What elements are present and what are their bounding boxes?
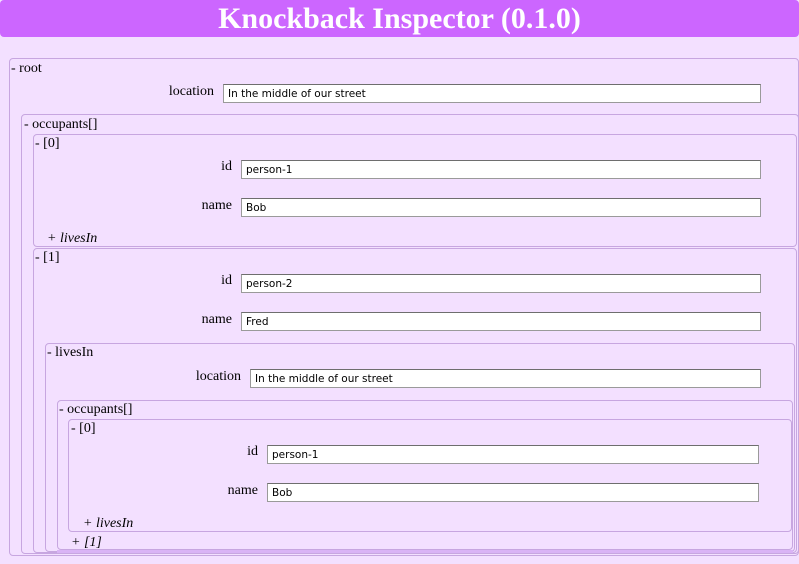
occupant-1-toggle[interactable]: - [1] [35,250,60,266]
occupants-toggle[interactable]: - occupants[] [24,117,97,133]
occupant-0-id-field[interactable] [241,160,761,179]
nested-occupant-0-lives-in-toggle[interactable]: + livesIn [83,516,133,532]
inspector-title: Knockback Inspector (0.1.0) [0,0,799,37]
occupant-1-name-field[interactable] [241,312,761,331]
nested-occupant-0-name-field[interactable] [267,483,759,502]
root-location-label: location [168,84,214,99]
occupant-0-lives-in-toggle[interactable]: + livesIn [47,231,97,247]
nested-occupant-0-toggle[interactable]: - [0] [71,421,96,437]
nested-occupants-toggle[interactable]: - occupants[] [59,402,132,418]
nested-occupant-0-node [68,419,792,532]
bottom-border-bar [57,550,793,553]
nested-occupant-0-id-label: id [247,444,258,459]
nested-occupant-0-id-field[interactable] [267,445,759,464]
root-location-field[interactable] [223,84,761,103]
lives-in-location-label: location [195,369,241,384]
occupant-0-toggle[interactable]: - [0] [35,136,60,152]
lives-in-location-field[interactable] [250,369,761,388]
occupant-0-name-field[interactable] [241,198,761,217]
occupant-0-node [33,134,797,247]
occupant-0-id-label: id [221,159,232,174]
root-toggle[interactable]: - root [11,61,42,77]
occupant-1-id-field[interactable] [241,274,761,293]
occupant-1-name-label: name [201,312,232,327]
occupant-0-name-label: name [201,198,232,213]
lives-in-toggle[interactable]: - livesIn [47,345,93,361]
occupant-1-id-label: id [221,273,232,288]
nested-occupant-0-name-label: name [227,483,258,498]
nested-occupants-more-toggle[interactable]: + [1] [71,535,102,551]
